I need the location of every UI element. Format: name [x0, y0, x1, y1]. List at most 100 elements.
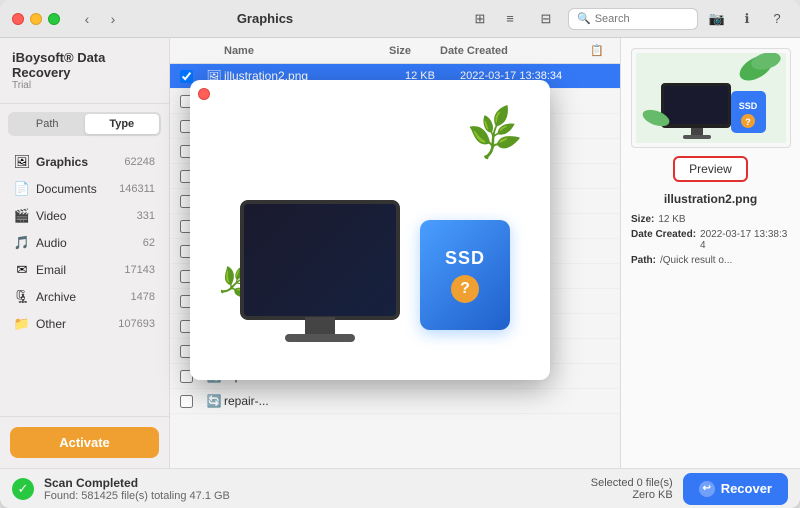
mac-screen	[244, 204, 396, 316]
preview-date-row: Date Created: 2022-03-17 13:38:34	[631, 229, 790, 251]
scan-complete-icon: ✓	[12, 478, 34, 500]
preview-filename: illustration2.png	[664, 192, 757, 206]
ssd-label: SSD	[445, 248, 485, 269]
recover-button[interactable]: ↩ Recover	[683, 473, 788, 505]
sidebar-item-count: 17143	[124, 264, 155, 276]
selected-size: Zero KB	[591, 489, 673, 501]
activate-button[interactable]: Activate	[10, 427, 159, 458]
thumbnail-svg: SSD ?	[636, 53, 786, 143]
view-toggle: ⊞ ≡	[466, 8, 524, 30]
list-view-button[interactable]: ≡	[496, 8, 524, 30]
graphics-icon: 🖼	[14, 154, 30, 170]
sidebar-item-video[interactable]: 🎬 Video 331	[4, 203, 165, 229]
selected-count: Selected 0 file(s)	[591, 477, 673, 489]
sidebar-item-label: Archive	[36, 290, 131, 304]
sidebar-item-label: Email	[36, 263, 124, 277]
preview-meta: Size: 12 KB Date Created: 2022-03-17 13:…	[631, 214, 790, 270]
sidebar-item-label: Other	[36, 317, 118, 331]
sidebar-header: iBoysoft® Data Recovery Trial	[0, 38, 169, 104]
file-list-header: Name Size Date Created 📋	[170, 38, 620, 64]
sidebar-item-count: 1478	[131, 291, 155, 303]
mac-base	[285, 334, 355, 342]
app-trial-label: Trial	[12, 80, 157, 91]
popup-close-button[interactable]	[198, 88, 210, 100]
grid-view-button[interactable]: ⊞	[466, 8, 494, 30]
sidebar-items: 🖼 Graphics 62248 📄 Documents 146311 🎬 Vi…	[0, 144, 169, 416]
filter-button[interactable]: ⊟	[532, 8, 560, 30]
audio-icon: 🎵	[14, 235, 30, 251]
preview-date-label: Date Created:	[631, 229, 696, 251]
tab-type[interactable]: Type	[85, 114, 160, 134]
preview-path-label: Path:	[631, 255, 656, 266]
preview-path-value: /Quick result o...	[660, 255, 732, 266]
file-type-icon: 🔄	[204, 394, 224, 408]
minimize-button[interactable]	[30, 13, 42, 25]
sidebar-item-count: 62248	[124, 156, 155, 168]
ssd-question-icon: ?	[451, 275, 479, 303]
tab-path[interactable]: Path	[10, 114, 85, 134]
sidebar-tabs: Path Type	[8, 112, 161, 136]
file-name: repair-...	[224, 394, 380, 408]
sidebar-item-count: 146311	[119, 183, 155, 195]
titlebar: ‹ › Graphics ⊞ ≡ ⊟ 🔍 📷 ℹ ?	[0, 0, 800, 38]
mac-stand	[305, 317, 335, 335]
search-input[interactable]	[595, 13, 689, 25]
documents-icon: 📄	[14, 181, 30, 197]
other-icon: 📁	[14, 316, 30, 332]
maximize-button[interactable]	[48, 13, 60, 25]
date-column-header: Date Created	[440, 45, 590, 57]
preview-button[interactable]: Preview	[673, 156, 748, 182]
close-button[interactable]	[12, 13, 24, 25]
preview-size-value: 12 KB	[658, 214, 685, 225]
row-checkbox[interactable]	[180, 395, 204, 408]
svg-text:?: ?	[745, 117, 751, 127]
titlebar-actions: ⊞ ≡ ⊟ 🔍 📷 ℹ ?	[466, 8, 788, 30]
mac-illustration: 🌿 🌿 SSD ?	[210, 100, 530, 360]
mac-monitor	[240, 200, 400, 320]
sidebar-item-label: Video	[36, 209, 137, 223]
window-title: Graphics	[72, 11, 458, 26]
traffic-lights	[12, 13, 60, 25]
scan-status-group: Scan Completed Found: 581425 file(s) tot…	[44, 476, 230, 502]
preview-date-value: 2022-03-17 13:38:34	[700, 229, 790, 251]
email-icon: ✉	[14, 262, 30, 278]
sidebar-item-count: 331	[137, 210, 155, 222]
size-column-header: Size	[360, 45, 440, 57]
table-row[interactable]: 🔄 repair-...	[170, 389, 620, 414]
svg-text:SSD: SSD	[738, 101, 757, 111]
preview-thumbnail: SSD ?	[631, 48, 791, 148]
preview-path-row: Path: /Quick result o...	[631, 255, 790, 266]
scan-detail: Found: 581425 file(s) totaling 47.1 GB	[44, 490, 230, 502]
sidebar-item-count: 62	[143, 237, 155, 249]
sidebar-item-count: 107693	[118, 318, 155, 330]
search-icon: 🔍	[577, 12, 591, 25]
ssd-card: SSD ?	[420, 220, 510, 330]
selected-info: Selected 0 file(s) Zero KB	[591, 477, 673, 501]
sidebar-item-archive[interactable]: 🗜 Archive 1478	[4, 284, 165, 310]
leaf-decoration-right: 🌿	[464, 103, 527, 164]
sidebar-item-label: Documents	[36, 182, 119, 196]
preview-panel: SSD ? Preview illustration2.png Size: 12…	[620, 38, 800, 468]
sidebar-item-graphics[interactable]: 🖼 Graphics 62248	[4, 149, 165, 175]
info-button[interactable]: ℹ	[736, 8, 758, 30]
app-name: iBoysoft® Data Recovery	[12, 50, 157, 80]
archive-icon: 🗜	[14, 289, 30, 305]
sidebar-item-label: Graphics	[36, 155, 124, 169]
recover-icon: ↩	[699, 481, 715, 497]
sidebar-item-documents[interactable]: 📄 Documents 146311	[4, 176, 165, 202]
camera-button[interactable]: 📷	[706, 8, 728, 30]
sidebar-item-other[interactable]: 📁 Other 107693	[4, 311, 165, 337]
name-column-header: Name	[224, 45, 360, 57]
sidebar-item-email[interactable]: ✉ Email 17143	[4, 257, 165, 283]
preview-size-label: Size:	[631, 214, 654, 225]
video-icon: 🎬	[14, 208, 30, 224]
extra-column: 📋	[590, 44, 610, 57]
preview-popup: 🌿 🌿 SSD ?	[190, 80, 550, 380]
help-button[interactable]: ?	[766, 8, 788, 30]
sidebar-item-audio[interactable]: 🎵 Audio 62	[4, 230, 165, 256]
status-bar: ✓ Scan Completed Found: 581425 file(s) t…	[0, 468, 800, 508]
recover-label: Recover	[721, 481, 772, 496]
preview-size-row: Size: 12 KB	[631, 214, 790, 225]
sidebar-bottom: Activate	[0, 416, 169, 468]
sidebar: iBoysoft® Data Recovery Trial Path Type …	[0, 38, 170, 468]
